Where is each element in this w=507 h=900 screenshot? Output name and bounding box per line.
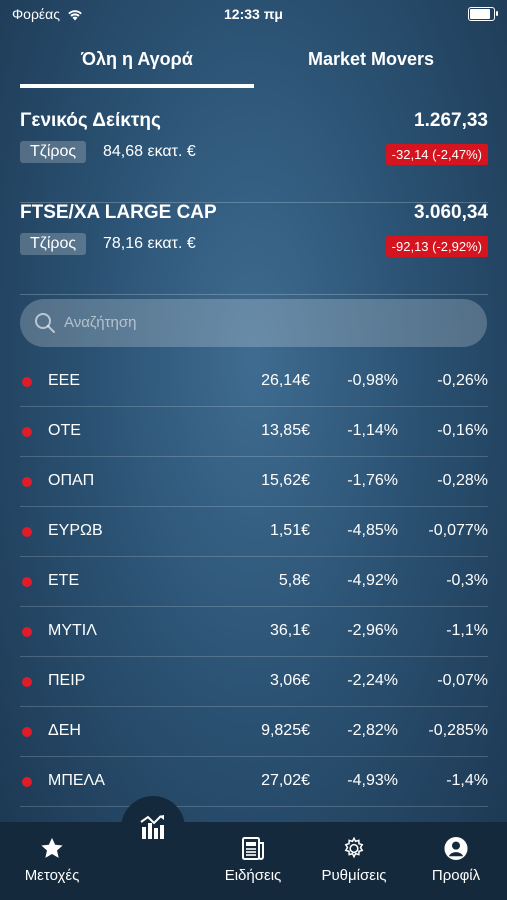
- turnover-amount: 84,68 εκατ. €: [103, 143, 196, 160]
- index-card-large-cap[interactable]: FTSE/XA LARGE CAP 3.060,34 Τζίρος 78,16 …: [20, 202, 488, 295]
- stock-row[interactable]: ΟΠΑΠ 15,62€ -1,76% -0,28%: [20, 457, 488, 507]
- stock-change: -2,96%: [347, 622, 398, 639]
- stock-price: 15,62€: [261, 472, 310, 489]
- stock-symbol: ΜΠΕΛΑ: [48, 772, 105, 789]
- stock-change: -0,98%: [347, 372, 398, 389]
- stock-row[interactable]: ΜΠΕΛΑ 27,02€ -4,93% -1,4%: [20, 757, 488, 807]
- stock-price: 27,02€: [261, 772, 310, 789]
- tabbar-label: Ειδήσεις: [224, 867, 282, 884]
- tabbar-item-stocks[interactable]: Μετοχές: [7, 836, 97, 884]
- down-indicator-dot: [22, 677, 32, 687]
- index-value: 1.267,33: [414, 110, 488, 131]
- stock-change: -4,92%: [347, 572, 398, 589]
- stock-row[interactable]: ΟΤΕ 13,85€ -1,14% -0,16%: [20, 407, 488, 457]
- stock-row[interactable]: ΔΕΗ 9,825€ -2,82% -0,285%: [20, 707, 488, 757]
- tab-label: Market Movers: [307, 49, 435, 69]
- stock-weight: -1,1%: [446, 622, 488, 639]
- index-change-badge: -92,13 (-2,92%): [385, 236, 488, 257]
- down-indicator-dot: [22, 427, 32, 437]
- down-indicator-dot: [22, 777, 32, 787]
- stock-change: -2,82%: [347, 722, 398, 739]
- stock-row[interactable]: ΕΤΕ 5,8€ -4,92% -0,3%: [20, 557, 488, 607]
- stock-symbol: ΔΕΗ: [48, 722, 81, 739]
- active-tab-indicator: [20, 84, 254, 88]
- stock-symbol: ΜΥΤΙΛ: [48, 622, 97, 639]
- profile-icon: [444, 836, 468, 861]
- newspaper-icon: [242, 837, 264, 860]
- stock-weight: -0,3%: [446, 572, 488, 589]
- stock-price: 1,51€: [269, 522, 310, 539]
- market-chart-button[interactable]: [121, 796, 185, 860]
- tab-label: Όλη η Αγορά: [81, 49, 193, 69]
- stock-price: 36,1€: [269, 622, 310, 639]
- tabbar-item-news[interactable]: Ειδήσεις: [208, 836, 298, 884]
- stock-row[interactable]: ΠΕΙΡ 3,06€ -2,24% -0,07%: [20, 657, 488, 707]
- stock-symbol: ΟΤΕ: [48, 422, 81, 439]
- index-name: FTSE/XA LARGE CAP: [20, 202, 217, 223]
- stock-symbol: ΟΠΑΠ: [48, 472, 95, 489]
- stock-price: 5,8€: [278, 572, 310, 589]
- stock-list: ΕΕΕ 26,14€ -0,98% -0,26% ΟΤΕ 13,85€ -1,1…: [20, 357, 488, 807]
- tabbar-label: Προφίλ: [431, 867, 481, 884]
- stock-change: -4,85%: [347, 522, 398, 539]
- index-change-badge: -32,14 (-2,47%): [385, 144, 488, 165]
- search-icon: [35, 313, 55, 333]
- turnover-badge: Τζίρος: [20, 141, 87, 163]
- stock-weight: -0,16%: [437, 422, 488, 439]
- down-indicator-dot: [22, 477, 32, 487]
- turnover-amount: 78,16 εκατ. €: [103, 235, 196, 252]
- stock-weight: -0,077%: [428, 522, 488, 539]
- index-card-general[interactable]: Γενικός Δείκτης 1.267,33 Τζίρος 84,68 εκ…: [20, 110, 488, 203]
- stock-weight: -0,285%: [428, 722, 488, 739]
- turnover-badge: Τζίρος: [20, 233, 87, 255]
- down-indicator-dot: [22, 577, 32, 587]
- stock-row[interactable]: ΜΥΤΙΛ 36,1€ -2,96% -1,1%: [20, 607, 488, 657]
- stock-weight: -0,07%: [437, 672, 488, 689]
- stock-change: -1,14%: [347, 422, 398, 439]
- down-indicator-dot: [22, 627, 32, 637]
- stock-price: 13,85€: [261, 422, 310, 439]
- gear-icon: [344, 836, 364, 859]
- market-chart-icon: [140, 815, 164, 839]
- star-icon: [41, 837, 63, 858]
- stock-symbol: ΕΤΕ: [48, 572, 80, 589]
- stock-change: -2,24%: [347, 672, 398, 689]
- stock-weight: -0,28%: [437, 472, 488, 489]
- stock-row[interactable]: ΕΕΕ 26,14€ -0,98% -0,26%: [20, 357, 488, 407]
- down-indicator-dot: [22, 377, 32, 387]
- status-bar: Φορέας 12:33 πμ: [0, 0, 507, 30]
- stock-weight: -0,26%: [437, 372, 488, 389]
- search-placeholder: Αναζήτηση: [64, 314, 137, 331]
- stock-weight: -1,4%: [446, 772, 488, 789]
- segment-tabs: Όλη η Αγορά Market Movers: [0, 40, 507, 90]
- stock-price: 26,14€: [261, 372, 310, 389]
- down-indicator-dot: [22, 527, 32, 537]
- tab-market-movers[interactable]: Market Movers: [254, 40, 488, 88]
- stock-row[interactable]: ΕΥΡΩΒ 1,51€ -4,85% -0,077%: [20, 507, 488, 557]
- stock-change: -4,93%: [347, 772, 398, 789]
- tabbar-item-settings[interactable]: Ρυθμίσεις: [309, 836, 399, 884]
- index-value: 3.060,34: [414, 202, 488, 223]
- tabbar-label: Μετοχές: [24, 867, 80, 884]
- battery-icon: [468, 7, 498, 21]
- tabbar-item-profile[interactable]: Προφίλ: [411, 836, 501, 884]
- stock-symbol: ΠΕΙΡ: [48, 672, 86, 689]
- stock-symbol: ΕΥΡΩΒ: [48, 522, 103, 539]
- search-input[interactable]: Αναζήτηση: [20, 299, 487, 347]
- index-name: Γενικός Δείκτης: [20, 110, 161, 131]
- clock: 12:33 πμ: [224, 6, 283, 22]
- stock-price: 9,825€: [261, 722, 310, 739]
- stock-change: -1,76%: [347, 472, 398, 489]
- bottom-tab-bar: Μετοχές Ειδήσεις Ρυθμίσεις Προφίλ: [0, 822, 507, 900]
- stock-price: 3,06€: [269, 672, 310, 689]
- tab-all-market[interactable]: Όλη η Αγορά: [20, 40, 254, 88]
- stock-symbol: ΕΕΕ: [48, 372, 81, 389]
- tabbar-label: Ρυθμίσεις: [321, 867, 387, 884]
- down-indicator-dot: [22, 727, 32, 737]
